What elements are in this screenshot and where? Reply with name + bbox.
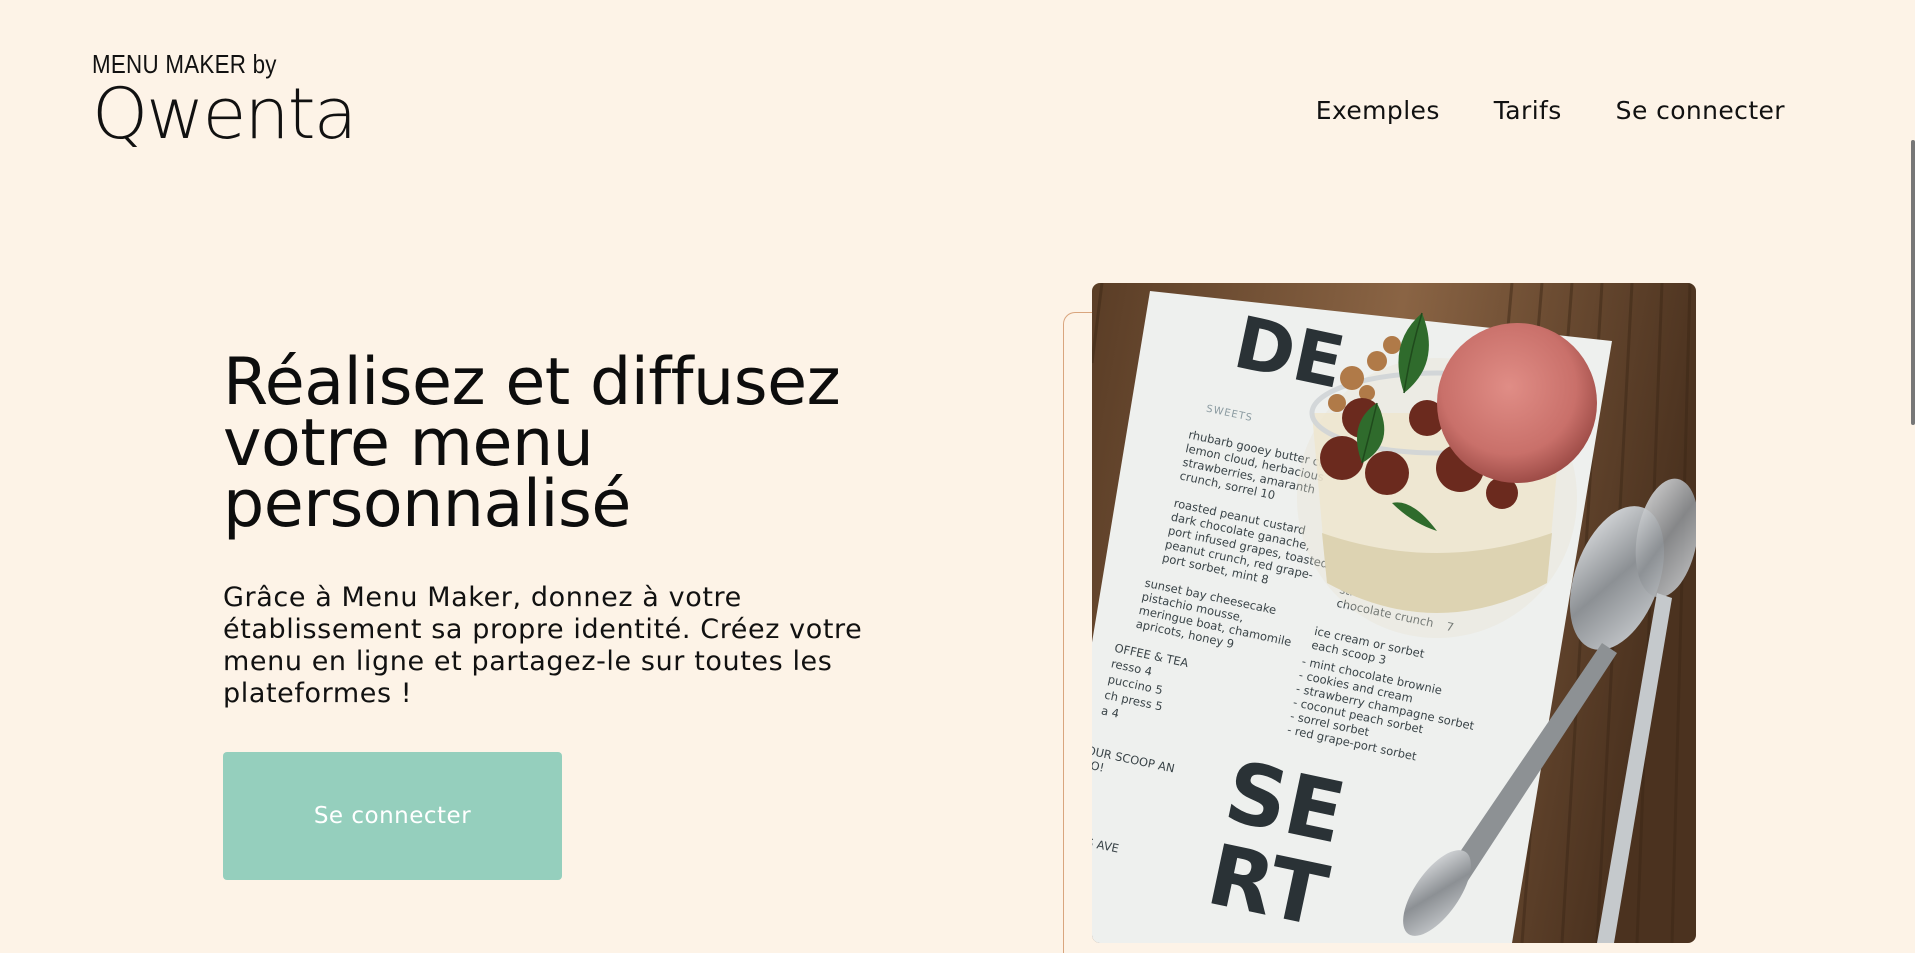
scrollbar-thumb[interactable] xyxy=(1911,140,1915,425)
logo-wordmark: Qwenta xyxy=(92,73,357,155)
hero-lead: Grâce à Menu Maker, donnez à votre établ… xyxy=(223,582,863,709)
nav-link-login[interactable]: Se connecter xyxy=(1616,96,1785,125)
page-scrollbar[interactable] xyxy=(1909,0,1915,938)
login-cta-button[interactable]: Se connecter xyxy=(223,752,562,880)
brand-logo[interactable]: MENU MAKER by Qwenta xyxy=(92,50,357,150)
nav-link-pricing[interactable]: Tarifs xyxy=(1494,96,1562,125)
hero-title: Réalisez et diffusez votre menu personna… xyxy=(223,345,841,542)
main-nav: Exemples Tarifs Se connecter xyxy=(1316,96,1785,125)
nav-link-examples[interactable]: Exemples xyxy=(1316,96,1440,125)
hero-photo: DE SWEETS rhubarb gooey butter cake lemo… xyxy=(1092,283,1696,943)
